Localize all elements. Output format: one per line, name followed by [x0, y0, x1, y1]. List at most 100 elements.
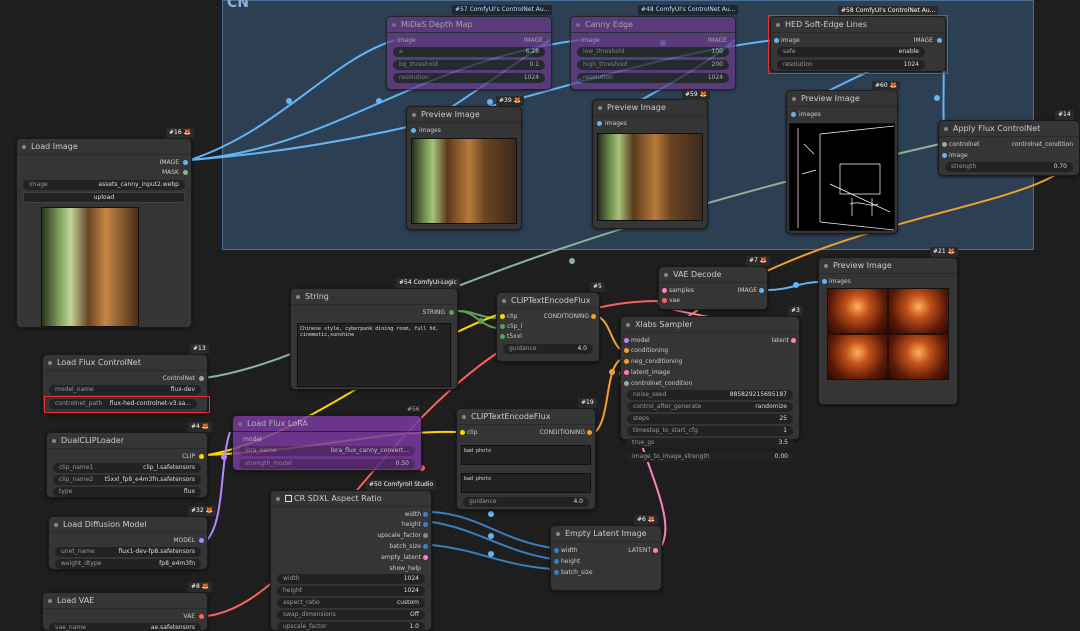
- output-controlnet-condition[interactable]: controlnet_condition: [1012, 141, 1073, 148]
- node-load-flux-lora[interactable]: Load Flux LoRA model lora_name lora_flux_…: [232, 415, 422, 471]
- input-height[interactable]: height: [561, 558, 580, 565]
- widget-clip-name2[interactable]: clip_name2 t5xxl_fp8_e4m3fn.safetensors: [53, 475, 201, 485]
- widget-swap-dimensions[interactable]: swap_dimensions Off: [277, 610, 425, 620]
- node-title: CLIPTextEncodeFlux: [457, 409, 595, 425]
- node-preview-image-39[interactable]: Preview Image images: [406, 106, 522, 230]
- input-latent-image[interactable]: latent_image: [631, 369, 670, 376]
- node-vae-decode[interactable]: VAE Decode samples IMAGE vae: [658, 266, 768, 310]
- input-samples[interactable]: samples: [669, 287, 694, 294]
- widget-timestep-to-start-cfg[interactable]: timestep_to_start_cfg 1: [627, 426, 793, 436]
- node-preview-image-21[interactable]: Preview Image images: [818, 257, 958, 405]
- output-image[interactable]: IMAGE: [738, 287, 757, 294]
- upload-button[interactable]: upload: [23, 192, 185, 203]
- node-xlabs-sampler[interactable]: Xlabs Sampler model latent conditioning …: [620, 316, 800, 440]
- node-string[interactable]: String STRING Chinese style, cyberpunk d…: [290, 288, 458, 390]
- widget-type[interactable]: type flux: [53, 487, 201, 497]
- output-upscale-factor[interactable]: upscale_factor: [377, 532, 421, 539]
- output-image[interactable]: IMAGE: [524, 37, 543, 44]
- widget-resolution[interactable]: resolution 1024: [393, 73, 545, 83]
- output-show-help[interactable]: show_help: [390, 565, 421, 572]
- output-height[interactable]: height: [402, 521, 421, 528]
- output-image[interactable]: IMAGE: [708, 37, 727, 44]
- widget-low-threshold[interactable]: low_threshold 100: [577, 47, 729, 57]
- widget-lora-name[interactable]: lora_name lora_flux_canny_convert...: [239, 446, 415, 456]
- output-latent[interactable]: LATENT: [628, 547, 651, 554]
- widget-steps[interactable]: steps 25: [627, 414, 793, 424]
- input-images[interactable]: images: [829, 278, 851, 285]
- output-mask[interactable]: MASK: [162, 169, 179, 176]
- input-width[interactable]: width: [561, 547, 578, 554]
- output-batch-size[interactable]: batch_size: [389, 543, 421, 550]
- output-latent[interactable]: latent: [771, 337, 789, 344]
- widget-noise-seed[interactable]: noise_seed 885829215695187: [627, 390, 793, 400]
- input-model[interactable]: model: [631, 337, 650, 344]
- input-controlnet-condition[interactable]: controlnet_condition: [631, 380, 692, 387]
- input-images[interactable]: images: [419, 127, 441, 134]
- node-cr-sdxl-aspect-ratio[interactable]: CR SDXL Aspect Ratio width height upscal…: [270, 490, 432, 631]
- widget-strength[interactable]: strength 0.70: [945, 162, 1073, 172]
- input-image-thumbnail: [41, 207, 139, 327]
- output-controlnet[interactable]: ControlNet: [163, 375, 195, 382]
- node-clip-text-encode-19[interactable]: CLIPTextEncodeFlux clip CONDITIONING bad…: [456, 408, 596, 510]
- widget-image-to-image-strength[interactable]: image_to_image_strength 0.00: [626, 452, 794, 462]
- node-load-diffusion-model[interactable]: Load Diffusion Model MODEL unet_name flux…: [48, 516, 208, 570]
- widget-bg-threshold[interactable]: bg_threshold 0.1: [393, 60, 545, 70]
- widget-model-name[interactable]: model_name flux-dev: [49, 385, 201, 395]
- widget-weight-dtype[interactable]: weight_dtype fp8_e4m3fn: [55, 559, 201, 569]
- input-images[interactable]: images: [799, 111, 821, 118]
- input-image[interactable]: image: [949, 152, 968, 159]
- node-midas-depth[interactable]: MiDaS Depth Map image IMAGE a 6.28 bg_thr…: [386, 16, 552, 90]
- widget-guidance[interactable]: guidance 4.0: [503, 344, 593, 354]
- node-load-image[interactable]: Load Image IMAGE MASK image assets_canny_…: [16, 138, 192, 328]
- widget-unet-name[interactable]: unet_name flux1-dev-fp8.safetensors: [55, 547, 201, 557]
- node-empty-latent-image[interactable]: Empty Latent Image width LATENT height b…: [550, 525, 662, 591]
- output-conditioning[interactable]: CONDITIONING: [544, 313, 589, 320]
- node-canny-edge[interactable]: Canny Edge image IMAGE low_threshold 100 …: [570, 16, 736, 90]
- widget-vae-name[interactable]: vae_name ae.safetensors: [49, 623, 201, 631]
- input-vae[interactable]: vae: [669, 297, 680, 304]
- input-controlnet[interactable]: controlnet: [949, 141, 980, 148]
- output-clip[interactable]: CLIP: [182, 453, 195, 460]
- node-clip-text-encode-5[interactable]: CLIPTextEncodeFlux clip CONDITIONING cli…: [496, 292, 600, 362]
- node-apply-flux-controlnet[interactable]: Apply Flux ControlNet controlnet control…: [938, 120, 1080, 176]
- node-preview-image-59[interactable]: Preview Image images: [592, 99, 708, 229]
- output-empty-latent[interactable]: empty_latent: [381, 554, 421, 561]
- widget-control-after-generate[interactable]: control_after_generate randomize: [627, 402, 793, 412]
- output-vae[interactable]: VAE: [183, 613, 195, 620]
- input-conditioning[interactable]: conditioning: [631, 347, 668, 354]
- widget-width[interactable]: width 1024: [277, 574, 425, 584]
- string-text-area[interactable]: Chinese style, cyberpunk dining room, fu…: [297, 323, 451, 387]
- widget-height[interactable]: height 1024: [277, 586, 425, 596]
- widget-strength-model[interactable]: strength_model 0.50: [239, 459, 415, 469]
- input-image[interactable]: image: [397, 37, 416, 44]
- input-t5xxl[interactable]: t5xxl: [507, 333, 522, 340]
- checkbox-icon[interactable]: [285, 495, 292, 502]
- input-batch-size[interactable]: batch_size: [561, 569, 593, 576]
- widget-true-gs[interactable]: true_gs 3.5: [626, 438, 794, 448]
- widget-upscale-factor[interactable]: upscale_factor 1.0: [277, 622, 425, 631]
- negative-text-area[interactable]: bad photo: [461, 445, 591, 465]
- widget-resolution[interactable]: resolution 1024: [577, 73, 729, 83]
- input-model[interactable]: model: [243, 436, 262, 443]
- widget-high-threshold[interactable]: high_threshold 200: [577, 60, 729, 70]
- node-load-vae[interactable]: Load VAE VAE vae_name ae.safetensors: [42, 592, 208, 631]
- widget-aspect-ratio[interactable]: aspect_ratio custom: [277, 598, 425, 608]
- output-string[interactable]: STRING: [422, 309, 445, 316]
- widget-image-select[interactable]: image assets_canny_input2.webp: [23, 180, 185, 190]
- output-model[interactable]: MODEL: [173, 537, 195, 544]
- output-conditioning[interactable]: CONDITIONING: [540, 429, 585, 436]
- input-images[interactable]: images: [605, 120, 627, 127]
- node-preview-image-60[interactable]: Preview Image images: [786, 90, 898, 234]
- negative-text-area[interactable]: bad photo: [461, 473, 591, 493]
- input-clip[interactable]: clip: [467, 429, 477, 436]
- input-clip[interactable]: clip: [507, 313, 517, 320]
- widget-guidance[interactable]: guidance 4.0: [463, 497, 589, 507]
- input-image[interactable]: image: [581, 37, 600, 44]
- output-image[interactable]: IMAGE: [160, 159, 179, 166]
- input-clip-l[interactable]: clip_l: [507, 323, 522, 330]
- output-width[interactable]: width: [404, 511, 421, 518]
- node-dual-clip-loader[interactable]: DualCLIPLoader CLIP clip_name1 clip_l.saf…: [46, 432, 208, 498]
- widget-a[interactable]: a 6.28: [393, 47, 545, 57]
- widget-clip-name1[interactable]: clip_name1 clip_l.safetensors: [53, 463, 201, 473]
- input-neg-conditioning[interactable]: neg_conditioning: [631, 358, 682, 365]
